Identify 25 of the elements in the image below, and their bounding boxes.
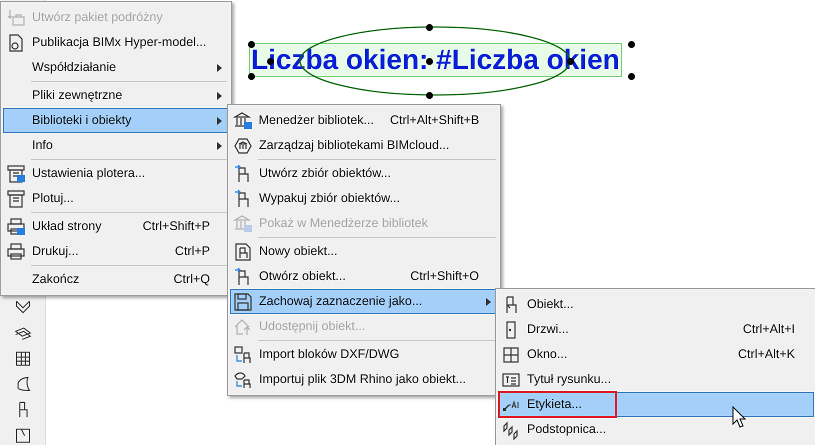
menu-item[interactable]: Biblioteki i obiekty bbox=[3, 108, 229, 133]
menu-item[interactable]: Tytuł rysunku... bbox=[498, 367, 814, 392]
menu-item[interactable]: Zakończ Ctrl+Q bbox=[3, 267, 229, 292]
menu-item[interactable]: Drzwi... Ctrl+Alt+I bbox=[498, 317, 814, 342]
menu-item[interactable]: Okno... Ctrl+Alt+K bbox=[498, 342, 814, 367]
menu-item[interactable]: Drukuj... Ctrl+P bbox=[3, 239, 229, 264]
menu-item[interactable]: Otwórz obiekt... Ctrl+Shift+O bbox=[230, 264, 498, 289]
menu-item[interactable]: Publikacja BIMx Hyper-model... bbox=[3, 30, 229, 55]
menu-item[interactable]: Współdziałanie bbox=[3, 55, 229, 80]
menu-item[interactable]: Import bloków DXF/DWG bbox=[230, 342, 498, 367]
menu-item[interactable]: Zachowaj zaznaczenie jako... bbox=[230, 289, 498, 314]
menu-item[interactable]: Ustawienia plotera... bbox=[3, 161, 229, 186]
menu-item[interactable]: Układ strony Ctrl+Shift+P bbox=[3, 214, 229, 239]
menu-item[interactable]: Menedżer bibliotek... Ctrl+Alt+Shift+B bbox=[230, 108, 498, 133]
menu-item[interactable]: Utwórz zbiór obiektów... bbox=[230, 161, 498, 186]
menu-item[interactable]: Podstopnica... bbox=[498, 417, 814, 442]
menu-item[interactable]: Info bbox=[3, 133, 229, 158]
menu-item[interactable]: Wypakuj zbiór obiektów... bbox=[230, 186, 498, 211]
menu-item[interactable]: Nowy obiekt... bbox=[230, 239, 498, 264]
menu-item[interactable]: Zarządzaj bibliotekami BIMcloud... bbox=[230, 133, 498, 158]
menu-item[interactable]: Importuj plik 3DM Rhino jako obiekt... bbox=[230, 367, 498, 392]
menu-item[interactable]: Obiekt... bbox=[498, 292, 814, 317]
menu-item[interactable]: Plotuj... bbox=[3, 186, 229, 211]
menu-item[interactable]: Pliki zewnętrzne bbox=[3, 83, 229, 108]
menu-item[interactable]: Etykieta... bbox=[498, 392, 814, 417]
